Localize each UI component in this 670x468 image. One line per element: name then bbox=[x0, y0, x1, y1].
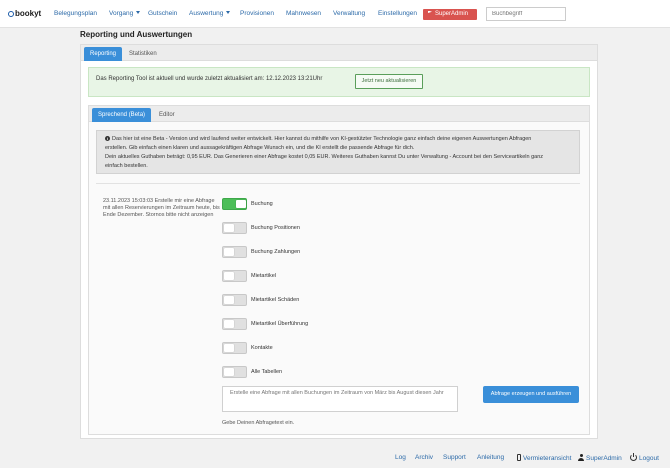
nav-item-gutschein[interactable]: Gutschein bbox=[148, 10, 177, 17]
beta-notice-line: erstellen. Gib einfach einen klaren und … bbox=[105, 145, 415, 151]
toggle-label: Mietartikel Schäden bbox=[251, 297, 300, 303]
reporting-panel: Reporting Statistiken Das Reporting Tool… bbox=[80, 44, 598, 439]
toggle-knob bbox=[224, 296, 234, 304]
nav-item-verwaltung[interactable]: Verwaltung bbox=[333, 10, 365, 17]
toggle-knob bbox=[236, 200, 246, 208]
beta-notice: i Das hier ist eine Beta - Version und wi… bbox=[96, 130, 580, 174]
toggle-label: Buchung Positionen bbox=[251, 225, 300, 231]
toggle-switch[interactable] bbox=[222, 366, 247, 378]
chevron-down-icon bbox=[226, 11, 231, 14]
superadmin-button[interactable]: SuperAdmin bbox=[423, 9, 477, 20]
toggle-label: Alle Tabellen bbox=[251, 369, 283, 375]
divider bbox=[96, 183, 580, 184]
toggle-knob bbox=[224, 272, 234, 280]
nav-item-belegungsplan[interactable]: Belegungsplan bbox=[54, 10, 97, 17]
tab-sprechend-beta[interactable]: Sprechend (Beta) bbox=[92, 108, 152, 122]
nav-label: Mahnwesen bbox=[286, 10, 322, 17]
nav-item-einstellungen[interactable]: Einstellungen bbox=[378, 10, 417, 17]
toggle-switch[interactable] bbox=[222, 270, 247, 282]
footer: Log Archiv Support Anleitung Vermieteran… bbox=[0, 446, 670, 468]
logo-text: bookyt bbox=[15, 9, 42, 18]
nav-item-provisionen[interactable]: Provisionen bbox=[240, 10, 274, 17]
toggle-switch[interactable] bbox=[222, 318, 247, 330]
toggle-label: Mietartikel bbox=[251, 273, 277, 279]
footer-link-archiv[interactable]: Archiv bbox=[415, 454, 433, 461]
nav-label: Verwaltung bbox=[333, 10, 366, 17]
beta-text: Das hier ist eine Beta - Version und wir… bbox=[112, 136, 532, 142]
power-icon bbox=[630, 453, 637, 461]
superadmin-label: SuperAdmin bbox=[435, 11, 469, 17]
toggle-label: Buchung Zahlungen bbox=[251, 249, 301, 255]
toggle-label: Buchung bbox=[251, 201, 273, 207]
nav-label: Auswertung bbox=[189, 10, 224, 17]
logo-icon bbox=[8, 10, 14, 17]
toggle-switch[interactable] bbox=[222, 246, 247, 258]
search-input[interactable] bbox=[486, 7, 566, 21]
beta-notice-line: Dein aktuelles Guthaben beträgt: 0,95 EU… bbox=[105, 154, 544, 160]
toggle-knob bbox=[224, 224, 234, 232]
nav-label: Vorgang bbox=[109, 10, 134, 17]
toggle-knob bbox=[224, 368, 234, 376]
nav-label: Provisionen bbox=[240, 10, 274, 17]
page-title: Reporting und Auswertungen bbox=[80, 30, 193, 39]
nav-item-vorgang[interactable]: Vorgang bbox=[109, 10, 141, 17]
footer-link-vermieteransicht[interactable]: Vermieteransicht bbox=[517, 454, 571, 462]
query-panel: Sprechend (Beta) Editor i Das hier ist ei… bbox=[88, 105, 590, 435]
refresh-button[interactable]: Jetzt neu aktualisieren bbox=[355, 74, 423, 89]
nav-label: Einstellungen bbox=[378, 10, 418, 17]
toggle-knob bbox=[224, 344, 234, 352]
beta-notice-line: einfach bestellen. bbox=[105, 163, 148, 169]
inner-tab-bar: Sprechend (Beta) Editor bbox=[89, 106, 589, 122]
footer-link-anleitung[interactable]: Anleitung bbox=[477, 454, 504, 461]
generate-query-button[interactable]: Abfrage erzeugen und ausführen bbox=[483, 386, 579, 403]
toggle-knob bbox=[224, 248, 234, 256]
beta-notice-line: i Das hier ist eine Beta - Version und wi… bbox=[105, 136, 531, 142]
toggle-knob bbox=[224, 320, 234, 328]
nav-item-mahnwesen[interactable]: Mahnwesen bbox=[286, 10, 321, 17]
tab-editor[interactable]: Editor bbox=[153, 108, 181, 122]
toggle-switch[interactable] bbox=[222, 294, 247, 306]
tab-statistiken[interactable]: Statistiken bbox=[123, 47, 163, 61]
phone-icon bbox=[517, 454, 521, 461]
outer-tab-bar: Reporting Statistiken bbox=[81, 45, 597, 61]
footer-label: SuperAdmin bbox=[586, 455, 622, 462]
info-icon: i bbox=[105, 136, 110, 141]
footer-link-log[interactable]: Log bbox=[395, 454, 406, 461]
top-navbar: bookyt Belegungsplan Vorgang Gutschein A… bbox=[0, 0, 670, 28]
chevron-down-icon bbox=[136, 11, 141, 14]
footer-label: Logout bbox=[639, 455, 659, 462]
toggle-label: Kontakte bbox=[251, 345, 273, 351]
footer-label: Vermieteransicht bbox=[523, 455, 572, 462]
footer-link-superadmin[interactable]: SuperAdmin bbox=[578, 454, 622, 462]
toggle-label: Mietartikel Überführung bbox=[251, 321, 309, 327]
flag-icon bbox=[428, 10, 432, 13]
toggle-switch[interactable] bbox=[222, 342, 247, 354]
update-notice-text: Das Reporting Tool ist aktuell und wurde… bbox=[96, 76, 323, 82]
last-query-text: 23.11.2023 15:03:03 Erstelle mir eine Ab… bbox=[103, 198, 220, 218]
footer-link-logout[interactable]: Logout bbox=[630, 453, 659, 462]
nav-label: Belegungsplan bbox=[54, 10, 98, 17]
toggle-switch[interactable] bbox=[222, 198, 247, 210]
toggle-switch[interactable] bbox=[222, 222, 247, 234]
query-hint: Gebe Deinen Abfragetext ein. bbox=[222, 420, 295, 426]
nav-item-auswertung[interactable]: Auswertung bbox=[189, 10, 231, 17]
nav-label: Gutschein bbox=[148, 10, 178, 17]
footer-link-support[interactable]: Support bbox=[443, 454, 466, 461]
update-notice: Das Reporting Tool ist aktuell und wurde… bbox=[88, 67, 590, 97]
tab-reporting[interactable]: Reporting bbox=[84, 47, 123, 61]
user-icon bbox=[578, 454, 584, 461]
query-textarea[interactable] bbox=[222, 386, 458, 412]
logo[interactable]: bookyt bbox=[8, 9, 41, 18]
